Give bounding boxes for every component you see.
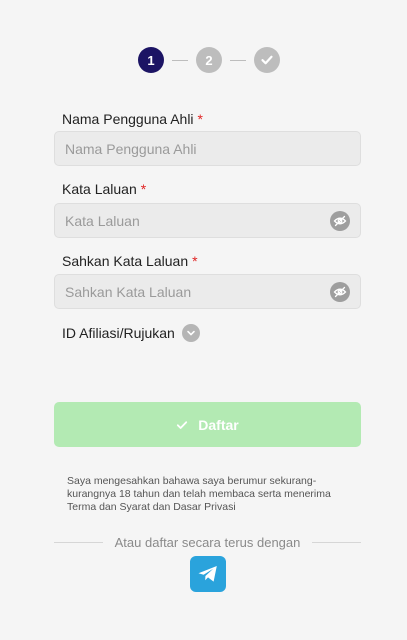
terms-text: Saya mengesahkan bahawa saya berumur sek… <box>67 475 331 513</box>
confirm-password-field <box>54 274 361 309</box>
step-connector <box>230 59 246 61</box>
username-field <box>54 131 361 166</box>
register-button-label: Daftar <box>198 416 239 433</box>
password-input[interactable] <box>65 204 330 237</box>
register-button[interactable]: Daftar <box>54 402 361 447</box>
username-label: Nama Pengguna Ahli * <box>62 111 203 127</box>
required-mark: * <box>197 111 203 127</box>
required-mark: * <box>192 253 198 269</box>
telegram-button[interactable] <box>190 556 226 592</box>
telegram-icon <box>198 566 217 582</box>
chevron-down-icon[interactable] <box>181 324 200 342</box>
eye-off-icon[interactable] <box>330 210 350 231</box>
confirm-password-label: Sahkan Kata Laluan * <box>62 253 198 269</box>
divider-line <box>54 542 103 543</box>
step-1: 1 <box>138 47 164 73</box>
step-connector <box>172 59 188 61</box>
username-input[interactable] <box>65 132 350 165</box>
password-field <box>54 203 361 238</box>
check-icon <box>176 419 188 431</box>
step-2: 2 <box>196 47 222 73</box>
referral-label: ID Afiliasi/Rujukan <box>62 325 175 341</box>
divider-line <box>312 542 362 543</box>
confirm-password-input[interactable] <box>65 275 330 308</box>
alt-register-text: Atau daftar secara terus dengan <box>114 535 301 550</box>
registration-stepper: 1 2 <box>138 47 280 73</box>
check-icon <box>261 55 273 65</box>
alt-register-divider: Atau daftar secara terus dengan <box>54 535 362 550</box>
eye-off-icon[interactable] <box>330 281 350 302</box>
step-complete <box>254 47 280 73</box>
referral-toggle[interactable]: ID Afiliasi/Rujukan <box>62 324 200 342</box>
password-label: Kata Laluan * <box>62 181 147 197</box>
required-mark: * <box>140 181 147 197</box>
